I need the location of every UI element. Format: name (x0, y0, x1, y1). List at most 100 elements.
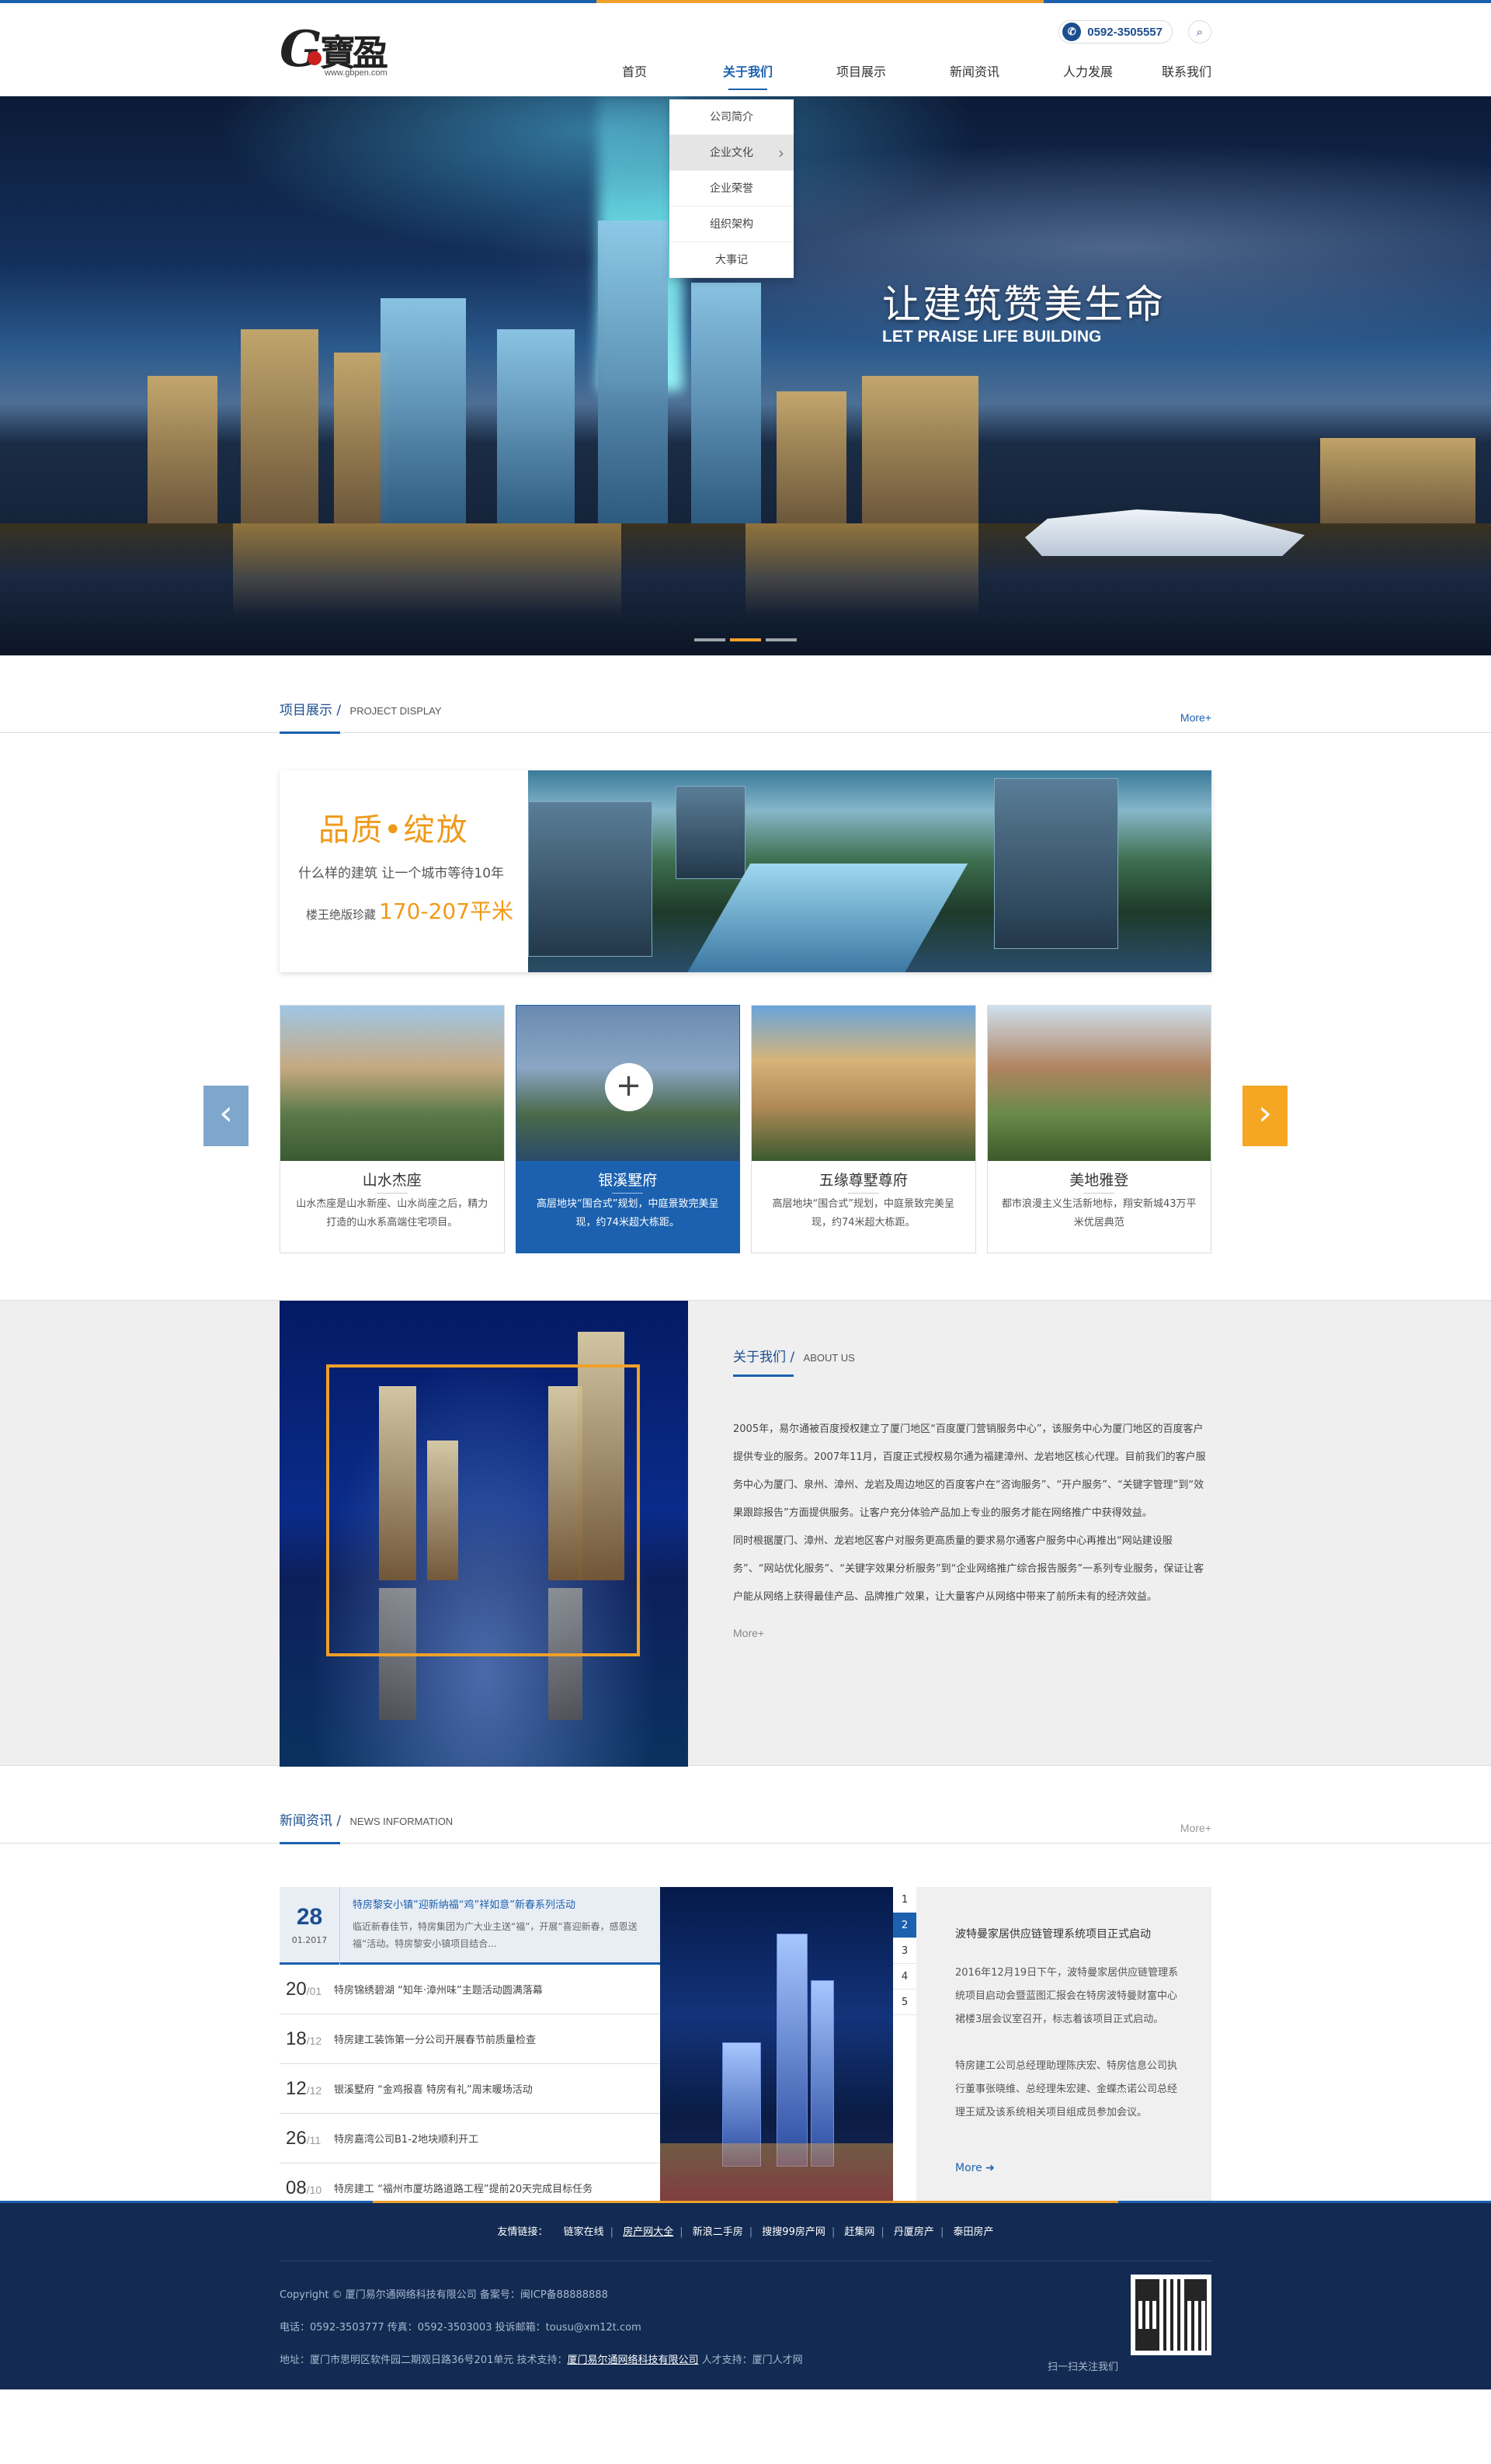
news-title[interactable]: 银溪墅府 “金鸡报喜 特房有礼”周末暖场活动 (334, 2081, 533, 2096)
news-title-cn: 新闻资讯 (280, 1813, 332, 1829)
banner-building (381, 298, 466, 531)
dropdown-item-structure[interactable]: 组织架构 (669, 207, 794, 242)
chevron-left-icon: ‹ (219, 1093, 233, 1133)
news-featured-title[interactable]: 特房黎安小镇”迎新纳福“鸡”祥如意”新春系列活动 (353, 1896, 575, 1911)
news-title[interactable]: 特房建工装饰第一分公司开展春节前质量检查 (334, 2031, 536, 2046)
news-detail-paragraph-1: 2016年12月19日下午，波特曼家居供应链管理系统项目启动会暨蓝图汇报会在特房… (955, 1967, 1179, 2025)
footer-address: 地址：厦门市思明区软件园二期观日路36号201单元 技术支持：厦门易尔通网络科技… (280, 2344, 803, 2377)
news-title[interactable]: 特房建工 “福州市厦坊路道路工程”提前20天完成目标任务 (334, 2181, 593, 2195)
project-card-desc: 高层地块“围合式”规划，中庭景致完美呈现，约74米超大栋距。 (772, 1198, 954, 1229)
banner-dot[interactable] (694, 638, 725, 641)
news-title[interactable]: 特房锦绣碧湖 “知年·漳州味”主题活动圆满落幕 (334, 1982, 543, 1997)
project-card[interactable]: 山水杰座 山水杰座是山水新座、山水尚座之后，精力打造的山水系高端住宅项目。 (280, 1005, 505, 1253)
banner-dot-active[interactable] (730, 638, 761, 641)
project-card-desc: 高层地块“围合式”规划，中庭景致完美呈现，约74米超大栋距。 (537, 1198, 719, 1229)
link-separator: | (679, 2226, 683, 2238)
project-card-image (280, 1006, 504, 1161)
about-title: 关于我们 / ABOUT US (733, 1350, 855, 1365)
news-date: 20/01 (280, 1979, 334, 2000)
banner-subtitle: LET PRAISE LIFE BUILDING (882, 328, 1102, 346)
friend-link[interactable]: 搜搜99房产网 (762, 2226, 825, 2238)
project-card-list: 山水杰座 山水杰座是山水新座、山水尚座之后，精力打造的山水系高端住宅项目。 + … (280, 1005, 1211, 1253)
friend-link[interactable]: 链家在线 (564, 2226, 604, 2238)
dropdown-item-culture[interactable]: 企业文化 (669, 135, 794, 171)
feature-project-banner[interactable]: 品质•绽放 什么样的建筑 让一个城市等待10年 楼王绝版珍藏 170-207平米 (280, 770, 1211, 972)
news-detail-title[interactable]: 波特曼家居供应链管理系统项目正式启动 (955, 1926, 1180, 1941)
dropdown-item-honors[interactable]: 企业荣誉 (669, 171, 794, 207)
news-featured-item[interactable]: 28 01.2017 特房黎安小镇”迎新纳福“鸡”祥如意”新春系列活动 临近新春… (280, 1887, 660, 1965)
friend-link[interactable]: 新浪二手房 (693, 2226, 743, 2238)
about-image (280, 1301, 688, 1767)
news-page-number[interactable]: 5 (893, 1990, 916, 2015)
news-month: /10 (306, 2183, 322, 2196)
banner-dot[interactable] (766, 638, 797, 641)
news-date-box: 28 01.2017 (280, 1887, 340, 1965)
news-page-number[interactable]: 1 (893, 1887, 916, 1913)
news-list-item[interactable]: 18/12 特房建工装饰第一分公司开展春节前质量检查 (280, 2014, 660, 2064)
footer-talent: 人才支持：厦门人才网 (698, 2355, 803, 2366)
nav-about[interactable]: 关于我们 (691, 61, 805, 96)
project-card-desc: 山水杰座是山水新座、山水尚座之后，精力打造的山水系高端住宅项目。 (296, 1198, 488, 1229)
banner-building (691, 283, 761, 531)
nav-contact[interactable]: 联系我们 (1145, 61, 1211, 96)
about-paragraph-1: 2005年，易尔通被百度授权建立了厦门地区“百度厦门营销服务中心”，该服务中心为… (733, 1423, 1206, 1519)
search-button[interactable]: ⌕ (1188, 20, 1211, 43)
circle-arrow-right-icon: ➜ (985, 2162, 995, 2174)
about-more-link[interactable]: More+ (733, 1627, 1211, 1639)
news-title[interactable]: 特房嘉湾公司B1-2地块顺利开工 (334, 2131, 478, 2146)
main-nav: 首页 关于我们 项目展示 新闻资讯 人力发展 联系我们 (578, 61, 1211, 96)
site-footer: 友情链接： 链家在线 | 房产网大全 | 新浪二手房 | 搜搜99房产网 | 赶集网 | … (0, 2201, 1491, 2389)
news-image (660, 1887, 893, 2213)
carousel-prev-button[interactable]: ‹ (203, 1086, 248, 1146)
nav-projects[interactable]: 项目展示 (805, 61, 918, 96)
news-day: 08 (286, 2177, 307, 2198)
news-day: 12 (286, 2077, 307, 2099)
about-paragraph-2: 同时根据厦门、漳州、龙岩地区客户对服务更高质量的要求易尔通客户服务中心再推出“网… (733, 1535, 1204, 1603)
feature-size-label: 楼王绝版珍藏 (306, 908, 377, 922)
news-featured-summary: 临近新春佳节，特房集团为广大业主送“福”，开展”喜迎新春，感恩送福“活动。特房黎… (353, 1921, 638, 1949)
news-list-item[interactable]: 20/01 特房锦绣碧湖 “知年·漳州味”主题活动圆满落幕 (280, 1965, 660, 2014)
news-page-number[interactable]: 4 (893, 1964, 916, 1990)
friend-link[interactable]: 房产网大全 (623, 2226, 673, 2238)
news-list-item[interactable]: 26/11 特房嘉湾公司B1-2地块顺利开工 (280, 2114, 660, 2163)
friend-link[interactable]: 丹厦房产 (894, 2226, 934, 2238)
news-day: 28 (296, 1904, 323, 1930)
about-text: 关于我们 / ABOUT US 2005年，易尔通被百度授权建立了厦门地区“百度… (733, 1301, 1211, 1639)
feature-tagline: 什么样的建筑 让一个城市等待10年 (298, 866, 505, 881)
news-day: 20 (286, 1978, 307, 2000)
project-card-name: 五缘尊墅尊府 (752, 1169, 975, 1189)
banner-building (777, 391, 846, 531)
news-page-number-active[interactable]: 2 (893, 1913, 916, 1938)
site-logo[interactable]: G 寶盈 www.gbpen.com (280, 20, 404, 82)
nav-home[interactable]: 首页 (578, 61, 691, 96)
news-detail-paragraph-2: 特房建工公司总经理助理陈庆宏、特房信息公司执行董事张晓维、总经理朱宏建、金蝶杰诺… (955, 2060, 1178, 2118)
news-section: 新闻资讯 / NEWS INFORMATION More+ 28 01.2017… (0, 1766, 1491, 2213)
project-card-desc: 都市浪漫主义生活新地标，翔安新城43万平米优居典范 (1001, 1198, 1197, 1229)
dropdown-item-profile[interactable]: 公司简介 (669, 99, 794, 135)
nav-hr[interactable]: 人力发展 (1031, 61, 1145, 96)
phone-number: 0592-3505557 (1087, 25, 1163, 39)
projects-more-link[interactable]: More+ (1180, 711, 1211, 724)
phone-badge[interactable]: ✆ 0592-3505557 (1058, 20, 1173, 43)
nav-news[interactable]: 新闻资讯 (918, 61, 1031, 96)
footer-address-text: 地址：厦门市思明区软件园二期观日路36号201单元 技术支持： (280, 2355, 568, 2366)
footer-support-link[interactable]: 厦门易尔通网络科技有限公司 (568, 2355, 699, 2366)
project-card-selected[interactable]: + 银溪墅府 高层地块“围合式”规划，中庭景致完美呈现，约74米超大栋距。 (515, 1005, 740, 1253)
banner-title: 让建筑赞美生命 (882, 282, 1165, 327)
plus-icon[interactable]: + (604, 1063, 653, 1111)
news-list-item[interactable]: 12/12 银溪墅府 “金鸡报喜 特房有礼”周末暖场活动 (280, 2064, 660, 2114)
about-title-en: ABOUT US (803, 1352, 855, 1364)
news-detail-more-link[interactable]: More ➜ (955, 2162, 1180, 2174)
friend-link[interactable]: 赶集网 (844, 2226, 874, 2238)
friend-link[interactable]: 泰田房产 (953, 2226, 993, 2238)
news-date: 08/10 (280, 2177, 334, 2199)
dropdown-item-milestones[interactable]: 大事记 (669, 242, 794, 278)
about-title-cn: 关于我们 (733, 1350, 786, 1365)
carousel-next-button[interactable]: › (1242, 1086, 1288, 1146)
news-more-link[interactable]: More+ (1180, 1822, 1211, 1834)
project-card[interactable]: 五缘尊墅尊府 高层地块“围合式”规划，中庭景致完美呈现，约74米超大栋距。 (751, 1005, 976, 1253)
news-page-number[interactable]: 3 (893, 1938, 916, 1964)
banner-building (1320, 438, 1475, 531)
projects-section: 项目展示 / PROJECT DISPLAY More+ 品质•绽放 什么样的建… (0, 655, 1491, 1300)
project-card[interactable]: 美地雅登 都市浪漫主义生活新地标，翔安新城43万平米优居典范 (986, 1005, 1211, 1253)
